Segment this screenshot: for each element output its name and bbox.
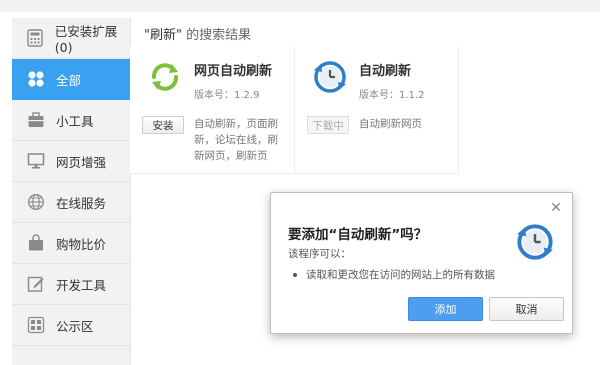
globe-icon bbox=[26, 192, 46, 212]
extension-version: 版本号：1.1.2 bbox=[359, 90, 425, 101]
permission-item: 读取和更改您在访问的网站上的所有数据 bbox=[293, 267, 495, 282]
cancel-button[interactable]: 取消 bbox=[489, 297, 564, 321]
add-extension-dialog: ✕ 要添加“自动刷新”吗？ 该程序可以： 读取和更改您在访问的网站上的所有数据 … bbox=[270, 192, 573, 334]
permission-text: 读取和更改您在访问的网站上的所有数据 bbox=[306, 269, 495, 281]
toolbox-icon bbox=[26, 110, 46, 130]
extension-description: 自动刷新，页面刷新，论坛在线，刷新网页，刷新页 bbox=[194, 118, 278, 162]
sidebar-item-label: 已安装扩展(0) bbox=[54, 24, 118, 55]
shopping-bag-icon bbox=[26, 233, 46, 253]
calculator-icon bbox=[26, 28, 45, 48]
sidebar-item-shopping[interactable]: 购物比价 bbox=[12, 223, 130, 264]
extension-name: 网页自动刷新 bbox=[194, 64, 273, 79]
sidebar-item-label: 开发工具 bbox=[56, 277, 107, 293]
sidebar: 已安装扩展(0) 全部 小工具 网页增强 在线服务 购物比价 开发工具 公示区 bbox=[12, 18, 131, 365]
monitor-icon bbox=[26, 151, 46, 171]
clock-refresh-icon bbox=[516, 223, 554, 261]
search-results-suffix: 的搜索结果 bbox=[181, 28, 252, 43]
sidebar-item-label: 公示区 bbox=[56, 318, 94, 334]
search-results-title: "刷新" 的搜索结果 bbox=[144, 24, 251, 43]
sidebar-item-all[interactable]: 全部 bbox=[12, 59, 130, 100]
edit-icon bbox=[26, 274, 46, 294]
dialog-subtitle: 该程序可以： bbox=[288, 248, 351, 260]
refresh-arrows-icon bbox=[148, 60, 182, 94]
sidebar-item-installed[interactable]: 已安装扩展(0) bbox=[12, 18, 130, 59]
sidebar-item-tools[interactable]: 小工具 bbox=[12, 100, 130, 141]
sidebar-item-label: 全部 bbox=[56, 72, 82, 88]
extension-card[interactable]: 网页自动刷新 版本号：1.2.9 安装 自动刷新，页面刷新，论坛在线，刷新网页，… bbox=[130, 46, 295, 174]
grid-clover-icon bbox=[26, 69, 46, 89]
close-icon[interactable]: ✕ bbox=[549, 201, 563, 215]
sidebar-item-label: 购物比价 bbox=[56, 236, 107, 252]
sidebar-item-label: 网页增强 bbox=[56, 154, 107, 170]
extension-card[interactable]: 自动刷新 版本号：1.1.2 下载中 自动刷新网页 bbox=[294, 46, 459, 174]
bullet-icon bbox=[293, 272, 297, 277]
sidebar-item-public[interactable]: 公示区 bbox=[12, 305, 130, 346]
dialog-title: 要添加“自动刷新”吗？ bbox=[288, 227, 428, 243]
sidebar-item-online-services[interactable]: 在线服务 bbox=[12, 182, 130, 223]
extension-version: 版本号：1.2.9 bbox=[194, 90, 260, 101]
extension-name: 自动刷新 bbox=[359, 64, 412, 79]
apps-grid-icon bbox=[26, 315, 46, 335]
sidebar-item-label: 在线服务 bbox=[56, 195, 107, 211]
search-keyword: "刷新" bbox=[144, 28, 182, 43]
extension-description: 自动刷新网页 bbox=[359, 118, 422, 130]
sidebar-item-dev-tools[interactable]: 开发工具 bbox=[12, 264, 130, 305]
top-band bbox=[0, 0, 600, 12]
add-button[interactable]: 添加 bbox=[408, 297, 483, 321]
sidebar-item-web-enhance[interactable]: 网页增强 bbox=[12, 141, 130, 182]
downloading-button[interactable]: 下载中 bbox=[307, 116, 349, 134]
sidebar-item-label: 小工具 bbox=[56, 113, 94, 129]
install-button[interactable]: 安装 bbox=[142, 116, 184, 134]
clock-refresh-icon bbox=[313, 60, 347, 94]
